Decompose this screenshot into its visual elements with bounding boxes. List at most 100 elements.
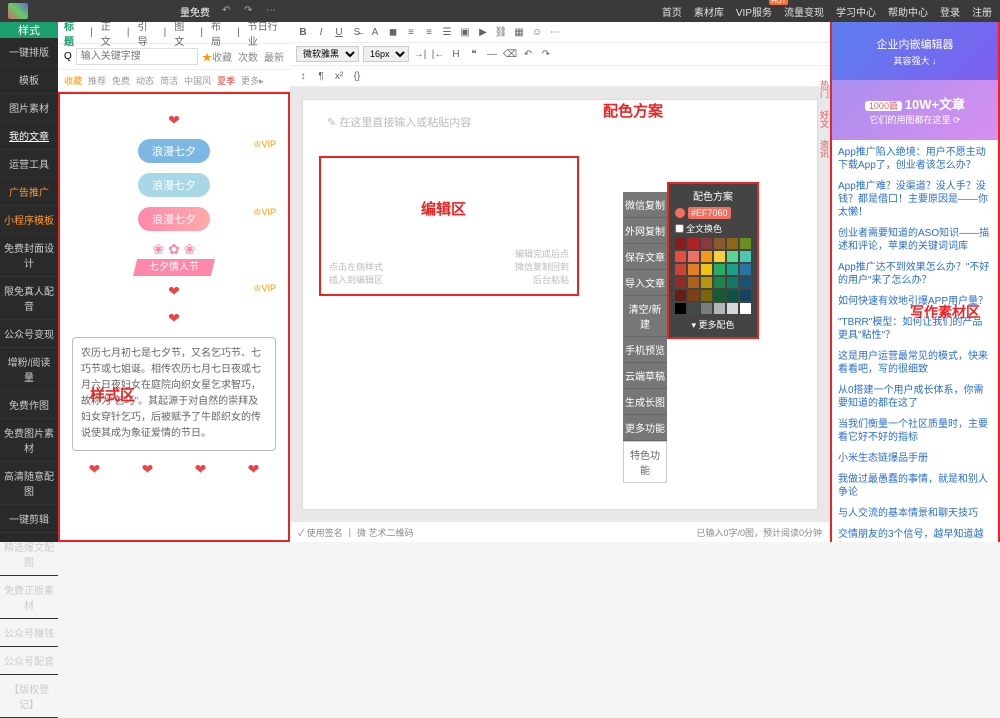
nav-login[interactable]: 登录 <box>940 4 960 19</box>
color-swatch[interactable] <box>740 277 751 288</box>
func-btn-7[interactable]: 生成长图 <box>623 389 667 415</box>
sidebar-item-2[interactable]: 图片素材 <box>0 94 58 122</box>
template-btn-1[interactable]: 浪漫七夕♔VIP <box>68 139 280 163</box>
color-swatch[interactable] <box>727 264 738 275</box>
nav-register[interactable]: 注册 <box>972 4 992 19</box>
spacing-icon[interactable]: ↕ <box>296 69 310 83</box>
color-swatch[interactable] <box>701 238 712 249</box>
article-link-3[interactable]: App推广达不到效果怎么办？"不好的用户"来了怎么办？ <box>838 261 992 287</box>
sidebar-item-8[interactable]: 限免真人配音 <box>0 277 58 320</box>
sidebar-item-7[interactable]: 免费封面设计 <box>0 234 58 277</box>
template-btn-2[interactable]: 浪漫七夕 <box>68 173 280 197</box>
color-swatch[interactable] <box>714 290 725 301</box>
color-swatch[interactable] <box>675 290 686 301</box>
color-swatch[interactable] <box>675 303 686 314</box>
sidebar-item-17[interactable]: 公众号赚钱 <box>0 619 58 647</box>
clear-icon[interactable]: ⌫ <box>503 47 517 61</box>
nav-material[interactable]: 素材库 <box>694 4 724 19</box>
hr-icon[interactable]: — <box>485 47 499 61</box>
strike-icon[interactable]: S̶ <box>350 25 364 39</box>
color-swatch[interactable] <box>701 290 712 301</box>
color-swatch[interactable] <box>675 238 686 249</box>
color-swatch[interactable] <box>688 303 699 314</box>
fav-action[interactable]: 收藏 <box>202 49 232 64</box>
func-btn-6[interactable]: 云端草稿 <box>623 363 667 389</box>
color-swatch[interactable] <box>688 277 699 288</box>
color-icon[interactable]: A <box>368 25 382 39</box>
article-link-9[interactable]: 小米生态链爆品手册 <box>838 452 992 465</box>
list-icon[interactable]: ☰ <box>440 25 454 39</box>
sidebar-item-18[interactable]: 公众号配音 <box>0 647 58 675</box>
video-icon[interactable]: ▶ <box>476 25 490 39</box>
underline-icon[interactable]: U <box>332 25 346 39</box>
undo2-icon[interactable]: ↶ <box>521 47 535 61</box>
qr-link[interactable]: 微 艺术二维码 <box>357 526 414 539</box>
color-swatch[interactable] <box>714 303 725 314</box>
color-swatch[interactable] <box>714 264 725 275</box>
emoji-icon[interactable]: ☺ <box>530 25 544 39</box>
filter-cn[interactable]: 中国风 <box>184 74 211 87</box>
sidebar-item-4[interactable]: 运营工具 <box>0 150 58 178</box>
table-icon[interactable]: ▦ <box>512 25 526 39</box>
sidebar-item-13[interactable]: 高清随意配图 <box>0 462 58 505</box>
color-swatch[interactable] <box>727 290 738 301</box>
color-swatch[interactable] <box>740 238 751 249</box>
color-swatch[interactable] <box>727 238 738 249</box>
align-left-icon[interactable]: ≡ <box>404 25 418 39</box>
align-center-icon[interactable]: ≡ <box>422 25 436 39</box>
sidebar-item-1[interactable]: 模板 <box>0 66 58 94</box>
article-link-8[interactable]: 当我们衡量一个社区质量时，主要看它好不好的指标 <box>838 418 992 444</box>
func-btn-5[interactable]: 手机预览 <box>623 337 667 363</box>
font-family-select[interactable]: 微软雅黑 <box>296 46 359 62</box>
image-icon[interactable]: ▣ <box>458 25 472 39</box>
sidebar-item-11[interactable]: 免费作图 <box>0 391 58 419</box>
sup-icon[interactable]: x² <box>332 69 346 83</box>
article-link-12[interactable]: 交情朋友的3个信号，越早知道越好 <box>838 528 992 542</box>
tab-guide[interactable]: 引导 <box>138 18 156 48</box>
sidebar-item-19[interactable]: 【版权登记】 <box>0 675 58 718</box>
recolor-all-checkbox[interactable]: 全文换色 <box>675 222 751 235</box>
template-ribbon[interactable]: ❀ ✿ ❀ 七夕情人节 <box>68 241 280 273</box>
article-link-10[interactable]: 我做过最愚蠢的事情，就是和别人争论 <box>838 473 992 499</box>
color-swatch[interactable] <box>727 303 738 314</box>
vtab-hot[interactable]: 热门 <box>818 74 832 104</box>
outdent-icon[interactable]: |← <box>431 47 445 61</box>
color-swatch[interactable] <box>714 251 725 262</box>
sidebar-item-12[interactable]: 免费图片素材 <box>0 419 58 462</box>
promo-banner[interactable]: 1000篇 10W+文章 它们的用图都在这里 ⟳ <box>832 80 998 140</box>
sidebar-item-15[interactable]: 精选爆文配图 <box>0 533 58 576</box>
para-icon[interactable]: ¶ <box>314 69 328 83</box>
func-btn-0[interactable]: 微信复制 <box>623 192 667 218</box>
sidebar-item-14[interactable]: 一键剪辑 <box>0 505 58 533</box>
func-btn-8[interactable]: 更多功能 <box>623 415 667 441</box>
code-icon[interactable]: {} <box>350 69 364 83</box>
sidebar-item-10[interactable]: 增粉/阅读量 <box>0 348 58 391</box>
func-btn-2[interactable]: 保存文章 <box>623 244 667 270</box>
nav-learn[interactable]: 学习中心 <box>836 4 876 19</box>
color-swatch[interactable] <box>688 264 699 275</box>
filter-more[interactable]: 更多▸ <box>241 74 264 87</box>
sidebar-item-3[interactable]: 我的文章 <box>0 122 58 150</box>
bold-icon[interactable]: B <box>296 25 310 39</box>
color-swatch[interactable] <box>714 277 725 288</box>
more-tool-icon[interactable]: ⋯ <box>548 25 562 39</box>
color-swatch[interactable] <box>740 290 751 301</box>
signature-toggle[interactable]: ✓ 使用签名 <box>298 526 343 539</box>
color-swatch[interactable] <box>701 303 712 314</box>
ad-banner[interactable]: 企业内嵌编辑器 其容强大 ↓ <box>832 22 998 80</box>
tab-image[interactable]: 图文 <box>174 18 192 48</box>
special-features-btn[interactable]: 特色功能 <box>623 441 667 483</box>
color-swatch[interactable] <box>740 303 751 314</box>
tab-title[interactable]: 标题 <box>64 18 82 48</box>
filter-fav[interactable]: 收藏 <box>64 74 82 87</box>
article-link-1[interactable]: App推广难？没渠道？没人手？没钱？都是借口！主要原因是——你太懒！ <box>838 180 992 219</box>
count-action[interactable]: 次数 <box>238 49 258 64</box>
func-btn-3[interactable]: 导入文章 <box>623 270 667 296</box>
template-btn-3[interactable]: 浪漫七夕♔VIP <box>68 207 280 231</box>
color-swatch[interactable] <box>701 264 712 275</box>
nav-monetize[interactable]: 流量变现 <box>784 4 824 19</box>
quote-icon[interactable]: ❝ <box>467 47 481 61</box>
new-action[interactable]: 最新 <box>264 49 284 64</box>
indent-icon[interactable]: →| <box>413 47 427 61</box>
sidebar-item-6[interactable]: 小程序模板 <box>0 206 58 234</box>
